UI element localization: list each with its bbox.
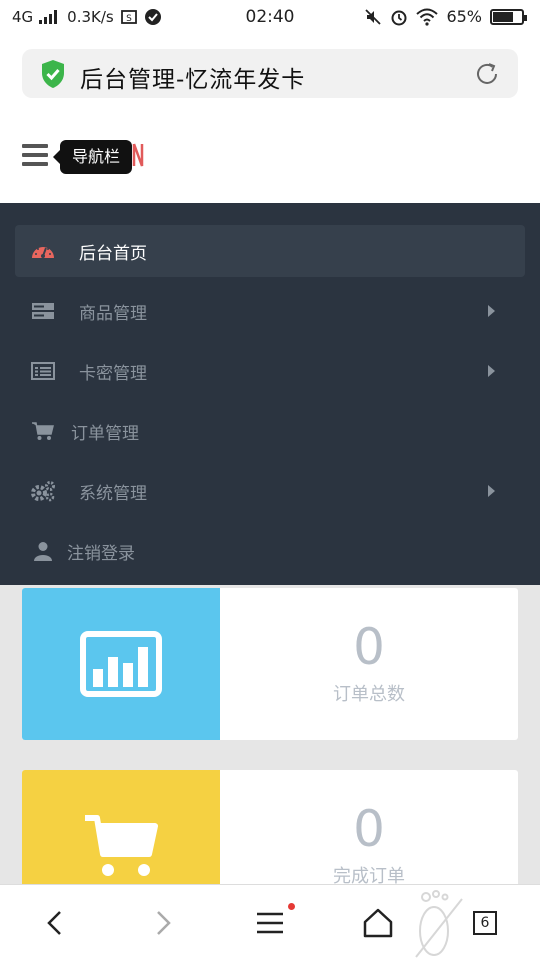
menu-icon[interactable]: [254, 907, 286, 939]
forward-icon[interactable]: [146, 907, 178, 939]
mute-icon: [365, 8, 382, 25]
nav-item-logout[interactable]: 注销登录: [15, 525, 525, 577]
card-icon-panel: [22, 588, 220, 740]
browser-toolbar: 6: [0, 884, 540, 960]
side-navigation: 后台首页 商品管理 卡密管理 订单管理 系统管理 注销登录: [0, 203, 540, 585]
nav-item-card-keys[interactable]: 卡密管理: [15, 345, 525, 397]
dashboard-icon: [29, 239, 57, 263]
nav-item-system[interactable]: 系统管理: [15, 465, 525, 517]
completed-orders-value: 0: [353, 800, 385, 858]
back-icon[interactable]: [40, 907, 72, 939]
home-icon[interactable]: [362, 907, 394, 939]
wifi-icon: [416, 8, 439, 26]
nav-label: 卡密管理: [79, 363, 147, 384]
status-right: 65%: [364, 7, 527, 26]
nav-label: 商品管理: [79, 303, 147, 324]
refresh-icon[interactable]: [474, 61, 500, 87]
chevron-right-icon: [488, 365, 495, 377]
total-orders-label: 订单总数: [333, 684, 405, 705]
nav-item-orders[interactable]: 订单管理: [15, 405, 525, 457]
chevron-right-icon: [488, 485, 495, 497]
nav-label: 后台首页: [79, 243, 147, 264]
tab-count-button[interactable]: 6: [473, 911, 497, 935]
shopping-cart-icon: [85, 815, 158, 876]
status-bar: 4G 0.3K/s S 02:40 65%: [0, 0, 540, 36]
battery-icon: [490, 8, 527, 25]
browser-address-area: 后台管理-忆流年发卡: [0, 36, 540, 114]
nav-tooltip: 导航栏: [52, 140, 133, 174]
nav-label: 注销登录: [67, 543, 135, 564]
user-icon: [29, 539, 57, 563]
bar-chart-icon: [80, 631, 162, 697]
notification-dot: [288, 903, 295, 910]
cart-icon: [29, 419, 57, 443]
menu-icon: [22, 144, 48, 148]
menu-toggle-button[interactable]: [22, 144, 48, 166]
battery-percent: 65%: [446, 7, 482, 26]
secure-shield-icon: [42, 60, 64, 88]
chevron-right-icon: [488, 305, 495, 317]
server-icon: [29, 299, 57, 323]
list-icon: [29, 359, 57, 383]
stat-card-total-orders[interactable]: 0 订单总数: [22, 588, 518, 740]
nav-label: 系统管理: [79, 483, 147, 504]
alarm-icon: [391, 10, 407, 25]
page-title: 后台管理-忆流年发卡: [80, 67, 306, 93]
nav-item-dashboard[interactable]: 后台首页: [15, 225, 525, 277]
footprint-watermark-icon: [415, 890, 463, 958]
nav-label: 订单管理: [71, 423, 139, 444]
page-header: 导航栏: [0, 114, 540, 203]
gears-icon: [29, 479, 57, 503]
nav-item-products[interactable]: 商品管理: [15, 285, 525, 337]
total-orders-value: 0: [353, 618, 385, 676]
address-bar[interactable]: 后台管理-忆流年发卡: [22, 49, 518, 98]
logo-mark-icon: [132, 143, 144, 167]
site-logo-fragment: [132, 140, 144, 170]
